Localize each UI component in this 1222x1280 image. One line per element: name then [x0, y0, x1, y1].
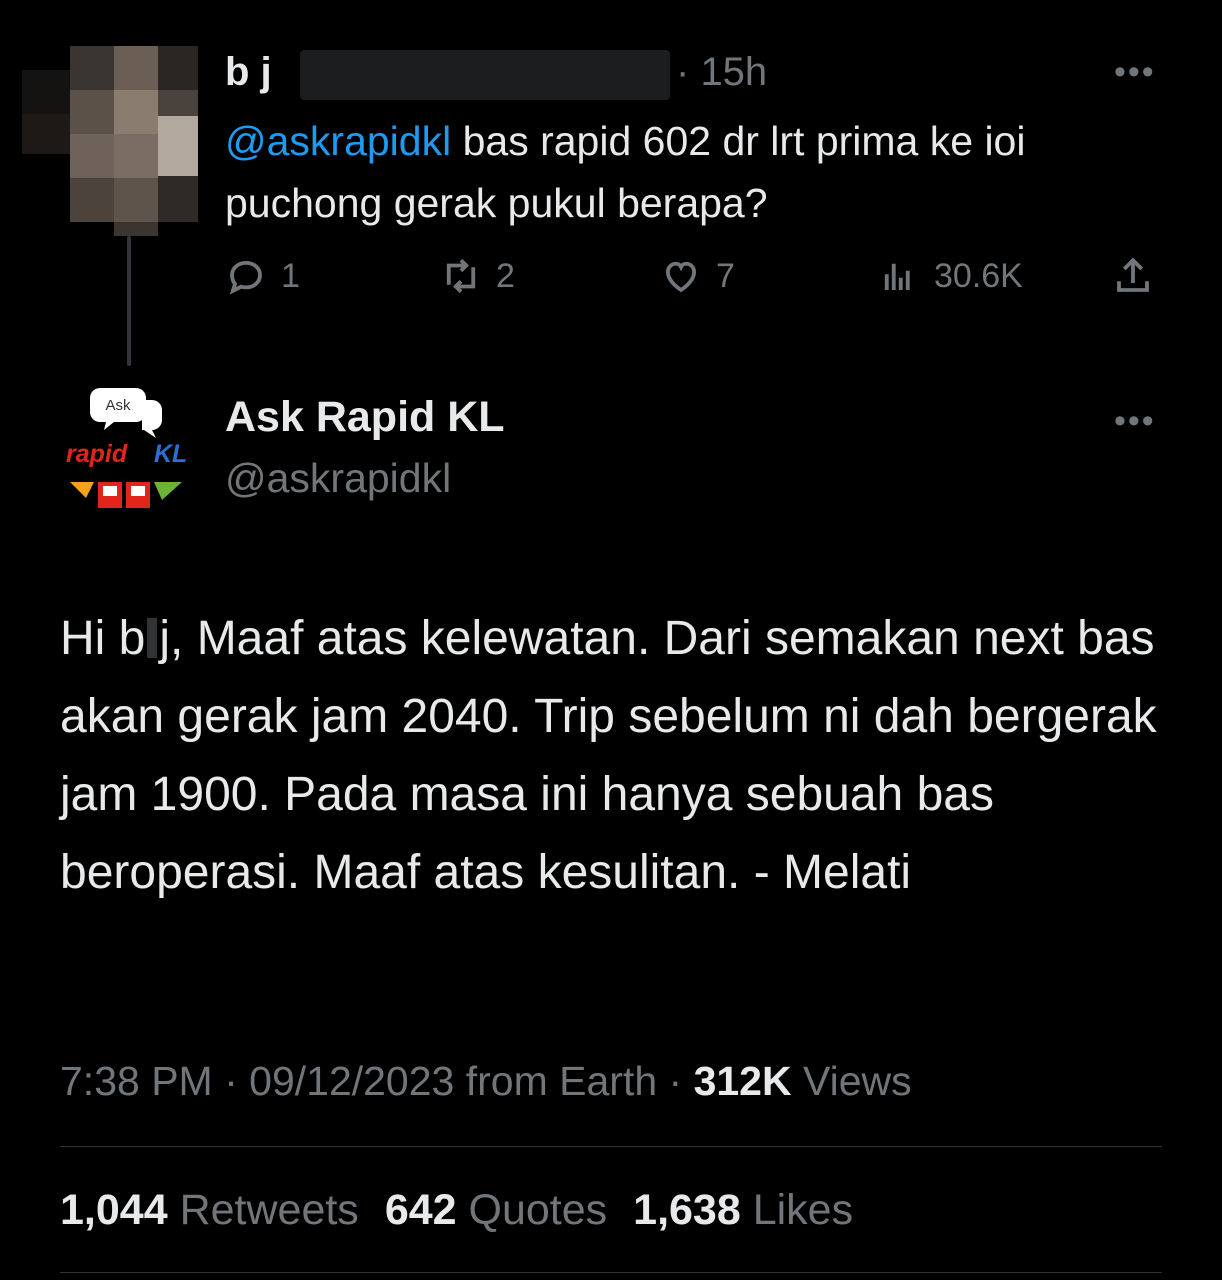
quotes-stat[interactable]: 642 Quotes: [385, 1186, 607, 1234]
redacted-handle: [300, 50, 670, 100]
views-icon: [884, 263, 910, 290]
views-count: 312K: [693, 1058, 792, 1104]
svg-text:rapid: rapid: [66, 440, 128, 468]
tweet-date[interactable]: 09/12/2023: [249, 1058, 454, 1104]
rapid-kl-avatar[interactable]: Ask rapid KL: [60, 380, 200, 520]
likes-stat[interactable]: 1,638 Likes: [633, 1186, 853, 1234]
like-action[interactable]: 7: [660, 250, 735, 302]
tweet-text: Hi b j, Maaf atas kelewatan. Dari semakan…: [60, 612, 1157, 899]
reply-tweet-text: @askrapidkl bas rapid 602 dr lrt prima k…: [225, 118, 1026, 226]
engagement-stats: 1,044 Retweets 642 Quotes 1,638 Likes: [60, 1186, 853, 1235]
thread-line: [127, 236, 131, 366]
author-name[interactable]: Ask Rapid KL: [225, 393, 505, 442]
like-icon: [665, 261, 697, 293]
reply-timestamp[interactable]: · 15h: [676, 50, 767, 95]
reply-action[interactable]: 1: [225, 250, 300, 302]
mention-link[interactable]: @askrapidkl: [225, 118, 451, 164]
share-icon: [1117, 257, 1149, 292]
views-action[interactable]: 30.6K: [878, 250, 1023, 302]
share-action[interactable]: [1112, 250, 1168, 302]
divider: [60, 1146, 1162, 1147]
retweet-icon: [446, 258, 476, 294]
retweets-stat[interactable]: 1,044 Retweets: [60, 1186, 359, 1234]
tweet-source: from Earth: [465, 1058, 658, 1104]
more-icon[interactable]: •••: [1114, 55, 1156, 89]
tweet-time[interactable]: 7:38 PM: [60, 1058, 213, 1104]
rapid-kl-logo: Ask rapid KL: [66, 388, 187, 508]
svg-text:Ask: Ask: [105, 397, 131, 414]
tweet-meta: 7:38 PM · 09/12/2023 from Earth · 312K V…: [60, 1058, 912, 1104]
reply-icon: [229, 260, 262, 295]
views-label: Views: [803, 1058, 912, 1104]
svg-text:KL: KL: [154, 440, 187, 468]
blurred-avatar[interactable]: [22, 46, 202, 236]
more-icon[interactable]: •••: [1114, 404, 1156, 438]
retweet-action[interactable]: 2: [440, 250, 515, 302]
author-handle[interactable]: @askrapidkl: [225, 455, 451, 502]
divider: [60, 1272, 1162, 1273]
reply-author-name[interactable]: b j: [225, 50, 272, 95]
